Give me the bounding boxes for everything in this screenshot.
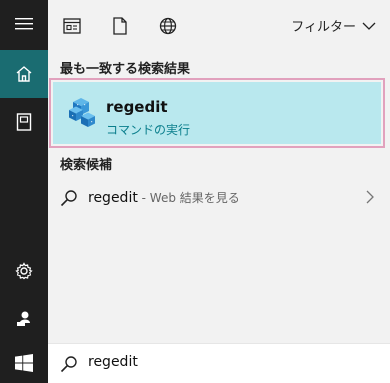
home-button[interactable]	[0, 50, 48, 98]
gear-icon	[15, 262, 33, 280]
search-icon	[60, 356, 77, 373]
suggestions-header: 検索候補	[60, 158, 113, 173]
web-suggestion-item[interactable]: regedit - Web 結果を見る	[48, 180, 390, 216]
filter-label: フィルター	[291, 20, 356, 35]
home-icon	[16, 66, 32, 82]
hamburger-menu-button[interactable]	[0, 0, 48, 48]
web-filter-button[interactable]	[156, 14, 180, 38]
hamburger-menu-icon	[15, 18, 33, 30]
filter-toolbar: フィルター	[48, 0, 390, 52]
documents-icon	[16, 113, 32, 131]
documents-button[interactable]	[0, 98, 48, 146]
left-rail	[0, 0, 48, 383]
windows-logo-icon	[15, 354, 33, 372]
result-name: regedit	[106, 98, 168, 116]
start-button[interactable]	[0, 339, 48, 383]
filter-dropdown[interactable]: フィルター	[291, 16, 376, 35]
chevron-down-icon	[362, 22, 376, 30]
search-box[interactable]	[48, 343, 390, 383]
apps-icon	[63, 18, 81, 34]
feedback-button[interactable]	[0, 295, 48, 343]
search-input[interactable]	[88, 354, 368, 370]
best-match-header: 最も一致する検索結果	[60, 62, 191, 77]
search-panel: フィルター 最も一致する検索結果 regedit コマンドの実行 検索候補 re…	[48, 0, 390, 383]
apps-filter-button[interactable]	[60, 14, 84, 38]
documents-filter-button[interactable]	[108, 14, 132, 38]
suggestion-text: regedit - Web 結果を見る	[88, 189, 240, 206]
registry-editor-icon	[69, 98, 95, 127]
search-icon	[60, 190, 77, 207]
chevron-right-icon[interactable]	[366, 190, 374, 204]
best-match-result[interactable]: regedit コマンドの実行	[49, 78, 385, 148]
result-type: コマンドの実行	[106, 123, 191, 137]
settings-button[interactable]	[0, 247, 48, 295]
person-icon	[17, 311, 30, 326]
suggestion-suffix: - Web 結果を見る	[137, 191, 240, 205]
search-start-menu: フィルター 最も一致する検索結果 regedit コマンドの実行 検索候補 re…	[0, 0, 390, 383]
suggestion-query: regedit	[88, 190, 138, 206]
globe-icon	[159, 17, 177, 35]
document-icon	[113, 17, 127, 35]
